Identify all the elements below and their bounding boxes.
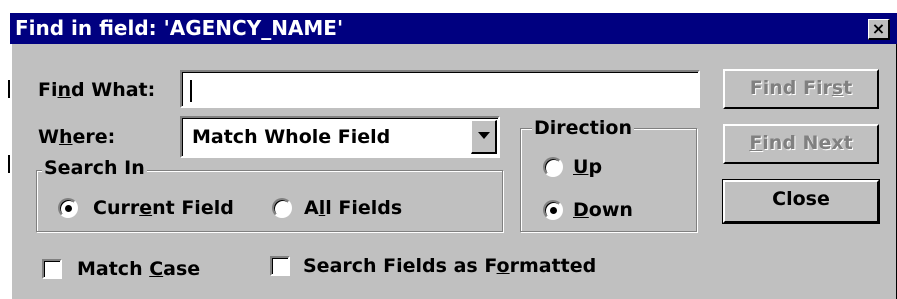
dropdown-arrow-icon[interactable]: [471, 120, 497, 154]
radio-selected-dot: [65, 205, 72, 212]
window-title: Find in field: 'AGENCY_NAME': [15, 16, 344, 40]
close-button[interactable]: Close: [722, 179, 880, 224]
all-fields-radio[interactable]: [272, 198, 292, 218]
where-label: Where:: [38, 126, 116, 148]
search-formatted-label[interactable]: Search Fields as Formatted: [303, 255, 596, 277]
where-selected-value: Match Whole Field: [192, 126, 391, 148]
find-next-button[interactable]: Find Next: [723, 124, 879, 164]
up-label[interactable]: Up: [573, 156, 602, 178]
find-what-input[interactable]: [180, 70, 700, 108]
match-case-label[interactable]: Match Case: [77, 258, 200, 280]
current-field-radio[interactable]: [58, 198, 78, 218]
radio-selected-dot: [550, 207, 557, 214]
down-label[interactable]: Down: [573, 199, 633, 221]
match-case-checkbox[interactable]: [42, 259, 62, 279]
find-first-button[interactable]: Find First: [723, 69, 879, 109]
text-caret: [190, 80, 192, 102]
current-field-label[interactable]: Current Field: [93, 197, 234, 219]
direction-label: Direction: [532, 117, 634, 139]
find-what-label: Find What:: [38, 79, 156, 101]
search-in-label: Search In: [42, 157, 147, 179]
down-radio[interactable]: [543, 200, 563, 220]
search-formatted-checkbox[interactable]: [270, 256, 290, 276]
up-radio[interactable]: [543, 157, 563, 177]
all-fields-label[interactable]: All Fields: [304, 197, 402, 219]
close-icon[interactable]: ×: [868, 19, 890, 40]
